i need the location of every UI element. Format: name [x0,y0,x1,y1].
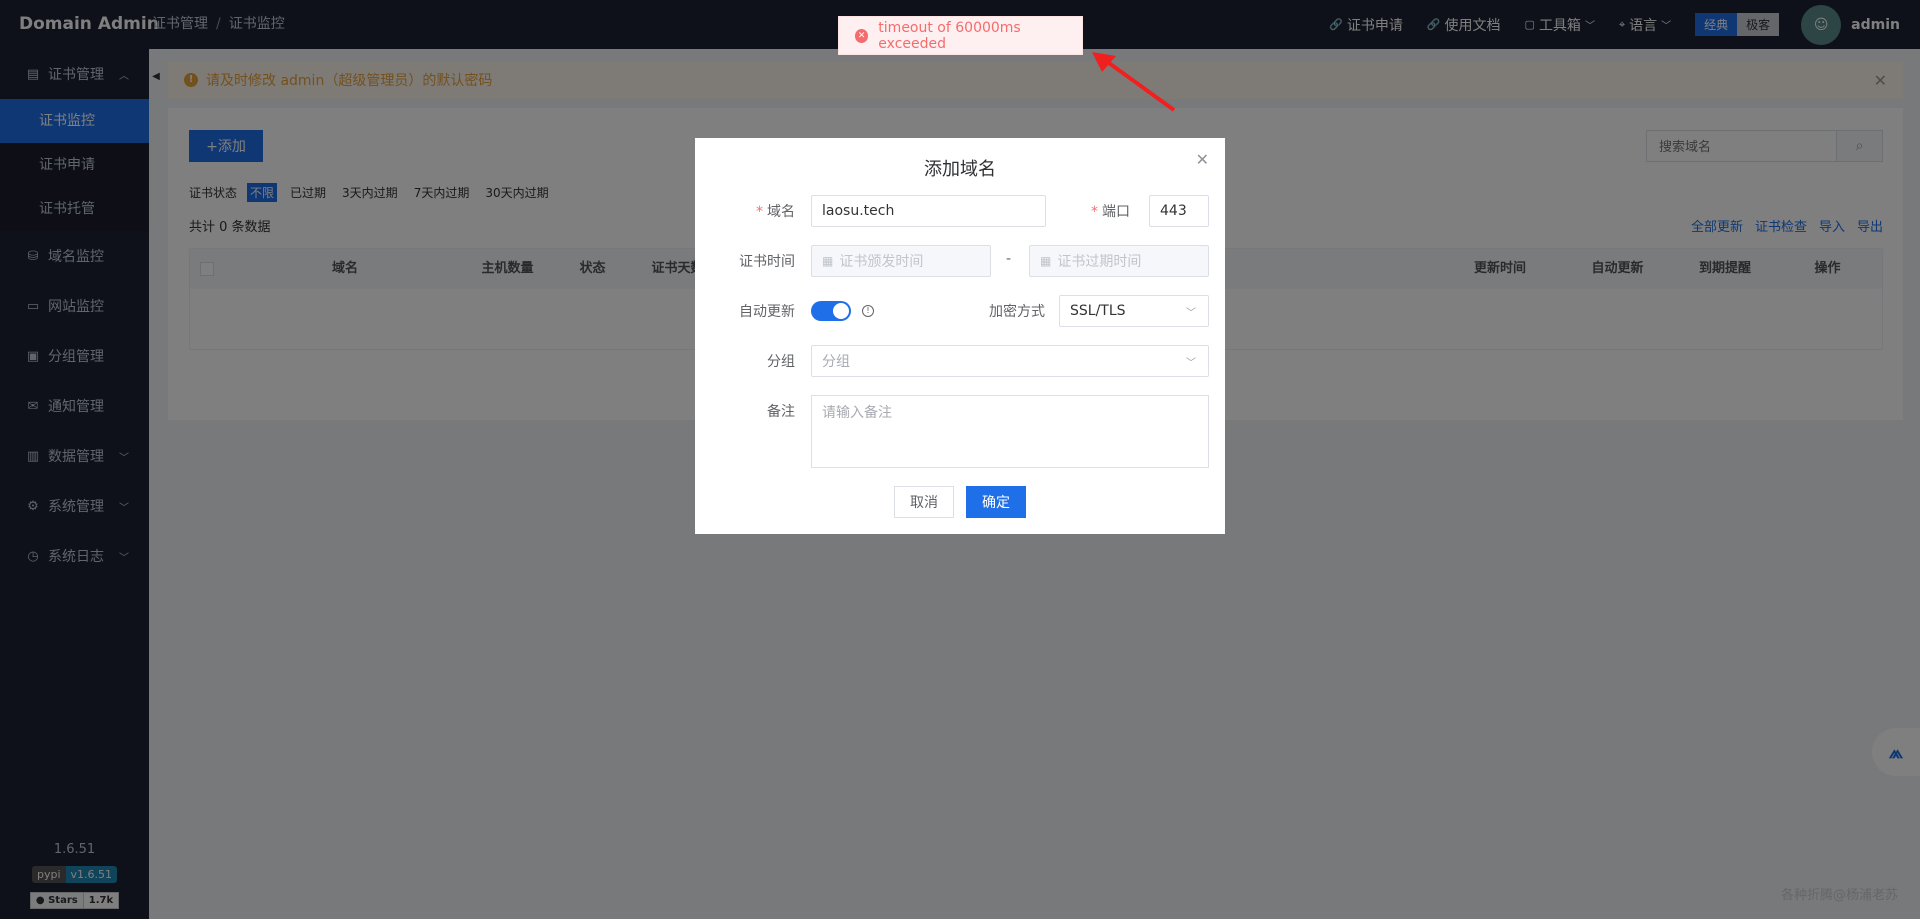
encrypt-label: 加密方式 [989,304,1045,320]
remark-textarea[interactable]: 请输入备注 [811,395,1209,468]
encrypt-select[interactable]: SSL/TLS ﹀ [1059,295,1209,327]
cert-start-date-input[interactable]: ▦ 证书颁发时间 [811,245,991,277]
chevron-down-icon: ﹀ [1186,307,1196,319]
auto-update-switch[interactable] [811,301,851,321]
calendar-icon: ▦ [1040,254,1052,268]
group-label: 分组 [767,354,795,370]
add-domain-dialog: 添加域名 ✕ * 域名 laosu.tech * 端口 443 证书时间 ▦ 证书颁发… [695,138,1225,534]
remark-label: 备注 [767,404,795,420]
close-icon[interactable]: ✕ [1196,150,1209,169]
group-select[interactable]: 分组 ﹀ [811,345,1209,377]
date-range-separator: - [1006,251,1012,267]
toast-text: timeout of 60000ms exceeded [878,19,1021,52]
info-icon[interactable]: ! [862,305,874,317]
auto-update-label: 自动更新 [739,304,795,320]
dialog-title: 添加域名 [924,159,996,180]
cert-end-date-input[interactable]: ▦ 证书过期时间 [1029,245,1209,277]
cert-time-label: 证书时间 [739,254,795,270]
chevron-down-icon: ﹀ [1186,357,1196,369]
annotation-arrow [1092,52,1176,112]
domain-input[interactable]: laosu.tech [811,195,1046,227]
cancel-button[interactable]: 取消 [894,486,954,518]
calendar-icon: ▦ [822,254,834,268]
domain-label: * 域名 [756,204,795,220]
port-input[interactable]: 443 [1149,195,1209,227]
port-label: * 端口 [1091,204,1130,220]
error-icon: ✕ [855,28,869,43]
error-toast: ✕ timeout of 60000ms exceeded [838,16,1083,55]
confirm-button[interactable]: 确定 [966,486,1026,518]
